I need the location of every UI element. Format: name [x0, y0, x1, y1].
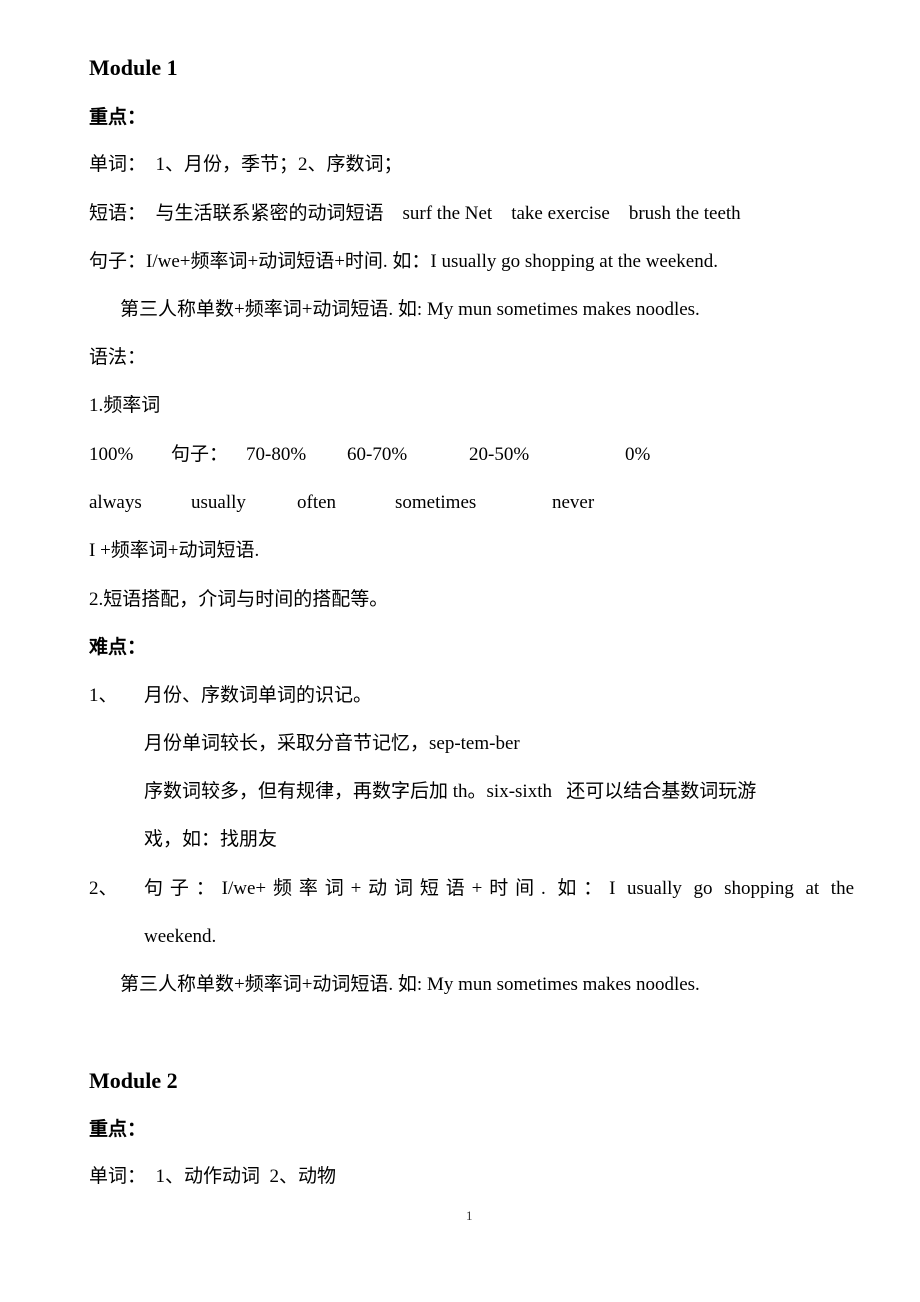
- page-number: 1: [466, 1208, 473, 1223]
- percent-60-70: 60-70%: [347, 444, 408, 465]
- module1-sentence-line: 句子：I/we+频率词+动词短语+时间. 如：I usually go shop…: [89, 251, 718, 272]
- module2-vocab-line: 单词： 1、动作动词 2、动物: [89, 1166, 337, 1187]
- difficulty2-text: 句子：I/we+频率词+动词短语+时间. 如：I usually go shop…: [144, 878, 854, 899]
- module2-title: Module 2: [89, 1068, 178, 1093]
- module1-vocab-line: 单词： 1、月份，季节；2、序数词；: [89, 154, 403, 175]
- difficulty1-note2: 序数词较多，但有规律，再数字后加 th。six-sixth 还可以结合基数词玩游: [144, 781, 757, 802]
- difficulties-heading: 难点：: [89, 637, 147, 658]
- difficulty1-number: 1、: [89, 685, 118, 706]
- module1-grammar-item1: 1.频率词: [89, 395, 161, 416]
- difficulty2-line2: 第三人称单数+频率词+动词短语. 如: My mun sometimes mak…: [120, 974, 700, 995]
- module1-title: Module 1: [89, 55, 178, 80]
- percent-70-80: 70-80%: [246, 444, 307, 465]
- difficulty1-note2-cont: 戏，如：找朋友: [144, 829, 278, 850]
- freq-word-usually: usually: [191, 492, 246, 513]
- module1-phrases-line: 短语： 与生活联系紧密的动词短语 surf the Net take exerc…: [89, 203, 741, 224]
- module1-sentence-line2: 第三人称单数+频率词+动词短语. 如: My mun sometimes mak…: [120, 299, 700, 320]
- percent-0: 0%: [625, 444, 651, 465]
- freq-word-often: often: [297, 492, 337, 513]
- difficulty1-note1: 月份单词较长，采取分音节记忆，sep-tem-ber: [144, 733, 520, 754]
- percent-20-50: 20-50%: [469, 444, 530, 465]
- freq-word-always: always: [89, 492, 142, 513]
- freq-word-never: never: [552, 492, 595, 513]
- grammar-item2: 2.短语搭配，介词与时间的搭配等。: [89, 589, 389, 610]
- module1-key-points-heading: 重点：: [89, 107, 147, 128]
- frequency-words-row: always usually often sometimes never: [89, 491, 789, 515]
- percent-row-label: 句子：: [171, 444, 229, 465]
- pattern-line: I +频率词+动词短语.: [89, 540, 260, 561]
- difficulty1-text: 月份、序数词单词的识记。: [144, 685, 373, 706]
- difficulty2-number: 2、: [89, 878, 118, 899]
- freq-word-sometimes: sometimes: [395, 492, 477, 513]
- percent-100: 100%: [89, 444, 134, 465]
- module2-key-points-heading: 重点：: [89, 1119, 147, 1140]
- percent-row: 100% 句子： 70-80% 60-70% 20-50% 0%: [89, 443, 789, 467]
- module1-grammar-heading: 语法：: [89, 347, 147, 368]
- difficulty2-cont: weekend.: [144, 926, 217, 947]
